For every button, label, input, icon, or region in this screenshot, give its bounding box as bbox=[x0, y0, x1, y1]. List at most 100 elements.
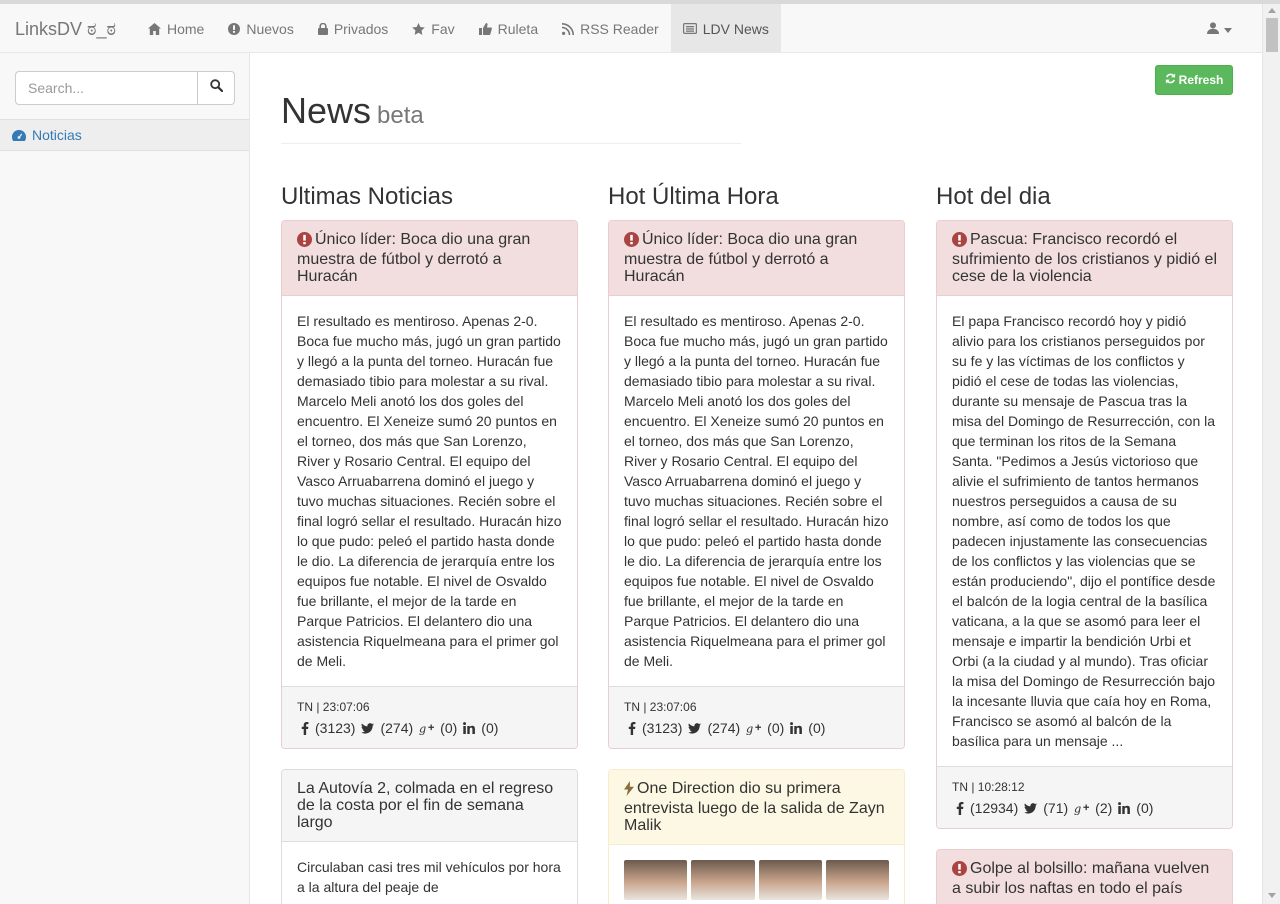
thumbs-up-icon bbox=[478, 22, 492, 35]
bolt-icon bbox=[624, 781, 634, 800]
facebook-count: (3123) bbox=[642, 720, 683, 736]
column-title: Ultimas Noticias bbox=[281, 183, 454, 210]
news-card-image bbox=[624, 860, 889, 900]
column-title: Hot Última Hora bbox=[608, 183, 779, 210]
nav-item-label: Ruleta bbox=[497, 20, 539, 37]
refresh-button[interactable]: Refresh bbox=[1155, 65, 1233, 95]
home-icon bbox=[148, 22, 161, 35]
google-plus-icon[interactable]: g bbox=[419, 722, 435, 735]
linkedin-icon[interactable] bbox=[463, 722, 476, 734]
nav-item-home[interactable]: Home bbox=[136, 4, 216, 53]
brand-logo[interactable]: LinksDV ಠ_ಠ bbox=[15, 19, 116, 40]
linkedin-icon[interactable] bbox=[1118, 802, 1131, 814]
refresh-label: Refresh bbox=[1178, 73, 1224, 87]
news-card[interactable]: La Autovía 2, colmada en el regreso de l… bbox=[281, 769, 578, 904]
rss-icon bbox=[562, 22, 575, 35]
page-title: News beta bbox=[281, 93, 741, 129]
news-card-body: El papa Francisco recordó hoy y pidió al… bbox=[952, 313, 1216, 749]
linkedin-count: (0) bbox=[808, 720, 826, 736]
news-card-title: One Direction dio su primera entrevista … bbox=[624, 780, 885, 834]
news-card-body: Circulaban casi tres mil vehículos por h… bbox=[297, 859, 561, 895]
nav-item-rss-reader[interactable]: RSS Reader bbox=[550, 4, 671, 53]
linkedin-count: (0) bbox=[481, 720, 499, 736]
google-plus-icon[interactable]: g bbox=[746, 722, 762, 735]
news-card-meta: TN | 10:28:12 bbox=[952, 780, 1025, 794]
nav-item-fav[interactable]: Fav bbox=[400, 4, 466, 53]
photo-segment bbox=[825, 860, 889, 900]
news-card[interactable]: Pascua: Francisco recordó el sufrimiento… bbox=[936, 220, 1233, 829]
top-navbar: LinksDV ಠ_ಠ Home Nuevos Privados Fav Rul… bbox=[0, 4, 1262, 53]
nav-item-ldv-news[interactable]: LDV News bbox=[670, 4, 781, 53]
column-hot-ultima-hora: Hot Última Hora Único líder: Boca dio un… bbox=[608, 181, 905, 904]
nav-item-label: LDV News bbox=[702, 20, 769, 37]
facebook-count: (3123) bbox=[315, 720, 356, 736]
exclamation-circle-icon bbox=[952, 232, 967, 251]
news-card-header[interactable]: Único líder: Boca dio una gran muestra d… bbox=[282, 221, 577, 296]
page-scrollbar[interactable] bbox=[1262, 4, 1280, 904]
facebook-icon[interactable] bbox=[628, 721, 636, 735]
svg-text:g: g bbox=[419, 722, 426, 735]
nav-links: Home Nuevos Privados Fav Ruleta RSS Read… bbox=[136, 4, 781, 53]
photo-segment bbox=[691, 860, 755, 900]
nav-item-ruleta[interactable]: Ruleta bbox=[467, 4, 550, 53]
sidebar: Noticias bbox=[0, 53, 250, 904]
photo-segment bbox=[624, 860, 688, 900]
news-card-header[interactable]: Único líder: Boca dio una gran muestra d… bbox=[609, 221, 904, 296]
page-title-text: News bbox=[281, 90, 372, 131]
sidebar-search bbox=[15, 71, 235, 105]
news-card-header[interactable]: Pascua: Francisco recordó el sufrimiento… bbox=[937, 221, 1232, 296]
news-card-header[interactable]: One Direction dio su primera entrevista … bbox=[609, 770, 904, 845]
news-card-title: Único líder: Boca dio una gran muestra d… bbox=[297, 231, 531, 285]
search-button[interactable] bbox=[197, 71, 235, 105]
news-card-meta: TN | 23:07:06 bbox=[297, 700, 370, 714]
news-card-header[interactable]: La Autovía 2, colmada en el regreso de l… bbox=[282, 770, 577, 842]
photo-segment bbox=[758, 860, 822, 900]
nav-item-label: Home bbox=[167, 20, 205, 37]
exclamation-circle-icon bbox=[297, 232, 312, 251]
google-plus-icon[interactable]: g bbox=[1074, 802, 1090, 815]
news-card-footer: TN | 10:28:12 (12934) (71) g (2) (0) bbox=[937, 766, 1232, 828]
news-card[interactable]: Golpe al bolsillo: mañana vuelven a subi… bbox=[936, 849, 1233, 904]
news-card-footer: TN | 23:07:06 (3123) (274) g (0) (0) bbox=[282, 686, 577, 748]
news-card-footer: TN | 23:07:06 (3123) (274) g (0) (0) bbox=[609, 686, 904, 748]
search-input[interactable] bbox=[15, 71, 197, 105]
news-card-header[interactable]: Golpe al bolsillo: mañana vuelven a subi… bbox=[937, 850, 1232, 904]
twitter-icon[interactable] bbox=[688, 722, 702, 734]
news-card-body: El resultado es mentiroso. Apenas 2-0. B… bbox=[297, 313, 562, 669]
scroll-down-icon[interactable] bbox=[1268, 893, 1276, 898]
user-menu[interactable] bbox=[1207, 21, 1232, 39]
exclamation-circle-icon bbox=[624, 232, 639, 251]
facebook-icon[interactable] bbox=[956, 801, 964, 815]
nav-item-label: Fav bbox=[431, 20, 455, 37]
search-icon bbox=[209, 79, 223, 97]
column-title: Hot del dia bbox=[936, 183, 1051, 210]
twitter-icon[interactable] bbox=[1024, 802, 1038, 814]
news-card-title: Pascua: Francisco recordó el sufrimiento… bbox=[952, 231, 1218, 285]
facebook-count: (12934) bbox=[970, 800, 1019, 816]
social-counts: (12934) (71) g (2) (0) bbox=[952, 798, 1217, 818]
refresh-icon bbox=[1165, 73, 1176, 87]
user-icon bbox=[1207, 21, 1219, 39]
twitter-icon[interactable] bbox=[361, 722, 375, 734]
news-card[interactable]: Único líder: Boca dio una gran muestra d… bbox=[608, 220, 905, 749]
news-card[interactable]: Único líder: Boca dio una gran muestra d… bbox=[281, 220, 578, 749]
google-plus-count: (0) bbox=[767, 720, 785, 736]
main-content: Refresh News beta Ultimas Noticias Único … bbox=[251, 53, 1262, 904]
social-counts: (3123) (274) g (0) (0) bbox=[297, 718, 562, 738]
facebook-icon[interactable] bbox=[301, 721, 309, 735]
nav-item-nuevos[interactable]: Nuevos bbox=[216, 4, 305, 53]
scroll-up-icon[interactable] bbox=[1268, 8, 1276, 13]
nav-item-privados[interactable]: Privados bbox=[306, 4, 400, 53]
scroll-thumb[interactable] bbox=[1266, 18, 1278, 52]
twitter-count: (274) bbox=[380, 720, 414, 736]
linkedin-count: (0) bbox=[1136, 800, 1154, 816]
column-ultimas-noticias: Ultimas Noticias Único líder: Boca dio u… bbox=[281, 181, 578, 904]
column-hot-del-dia: Hot del dia Pascua: Francisco recordó el… bbox=[936, 181, 1233, 904]
news-card-body: El resultado es mentiroso. Apenas 2-0. B… bbox=[624, 313, 889, 669]
news-card[interactable]: One Direction dio su primera entrevista … bbox=[608, 769, 905, 904]
newspaper-icon bbox=[682, 23, 697, 34]
linkedin-icon[interactable] bbox=[790, 722, 803, 734]
sidebar-item-noticias[interactable]: Noticias bbox=[0, 119, 249, 151]
nav-item-label: Nuevos bbox=[246, 20, 294, 37]
sidebar-item-label: Noticias bbox=[32, 127, 82, 143]
